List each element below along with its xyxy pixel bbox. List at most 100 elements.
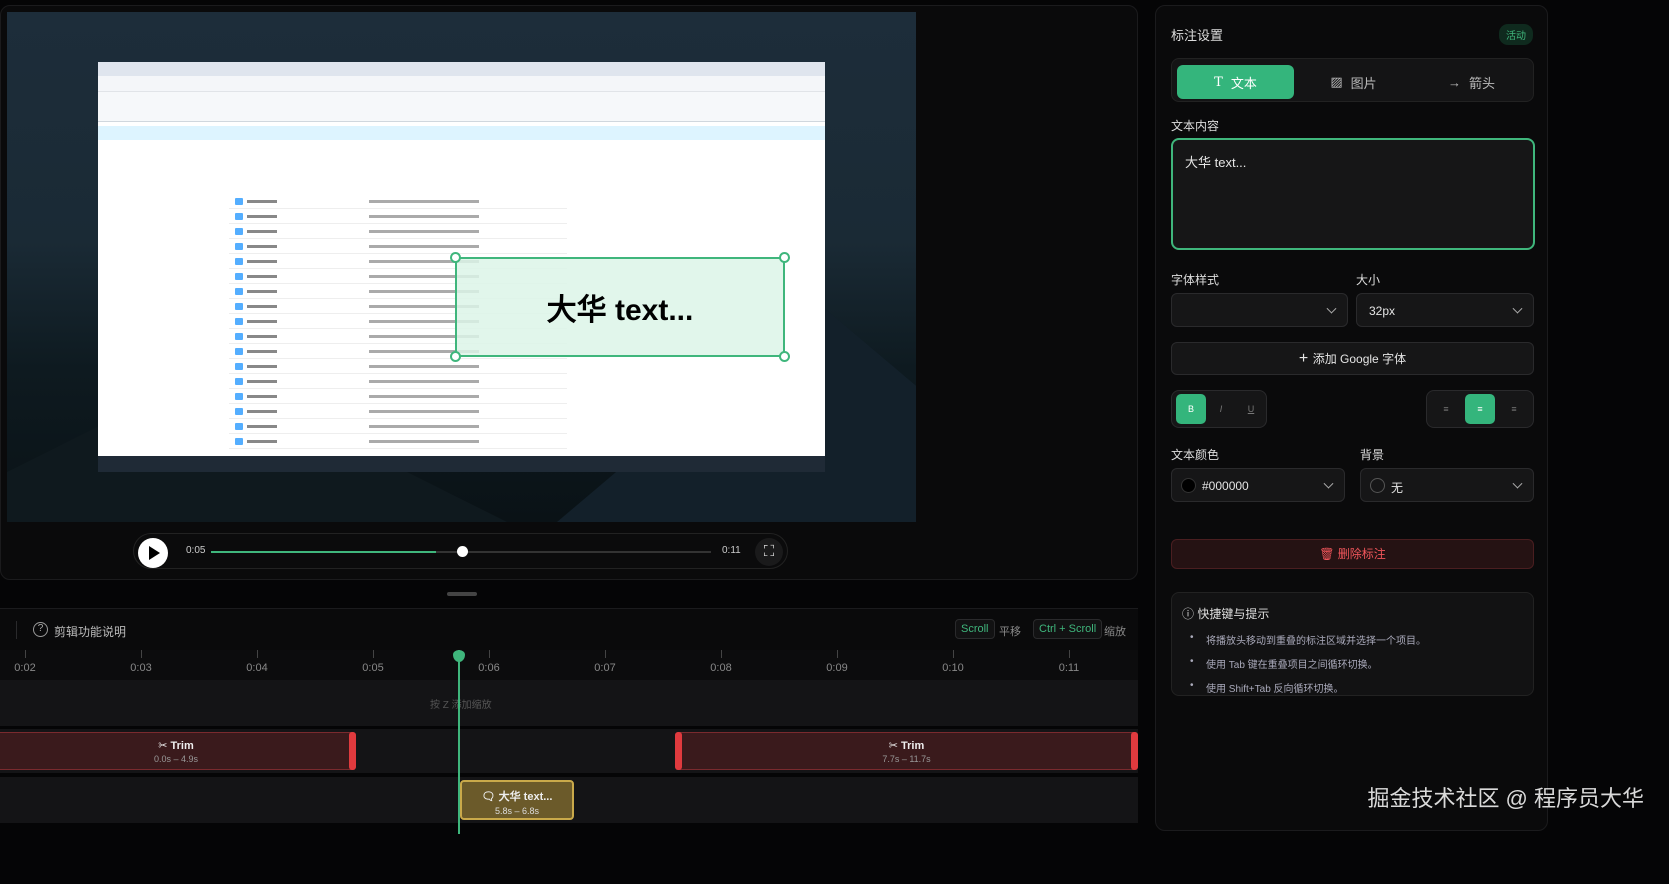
tip-item: 使用 Shift+Tab 反向循环切换。 (1190, 680, 1533, 695)
scissors-icon: ✂ (158, 740, 171, 752)
clip-label: 大华 text... (498, 791, 553, 803)
tip-item: 将播放头移动到重叠的标注区域并选择一个项目。 (1190, 632, 1533, 647)
button-label: 添加 Google 字体 (1312, 352, 1407, 366)
shortcut-label: 平移 (999, 626, 1021, 638)
tips-card: ⓘ 快捷键与提示 将播放头移动到重叠的标注区域并选择一个项目。 使用 Tab 键… (1171, 592, 1534, 696)
text-content-input[interactable]: 大华 text... (1171, 138, 1535, 250)
bold-button[interactable]: B (1176, 394, 1206, 424)
status-badge: 活动 (1499, 24, 1533, 45)
zoom-hint: 按 Z 添加缩放 (430, 700, 492, 711)
size-label: 大小 (1356, 273, 1381, 287)
trim-track[interactable]: ✂ Trim 0.0s – 4.9s ✂ Trim 7.7s – 11.7s (0, 729, 1138, 773)
font-size-select[interactable]: 32px (1356, 293, 1534, 327)
annotation-clip[interactable]: 🗨 大华 text... 5.8s – 6.8s (460, 780, 574, 820)
ruler-tick (953, 650, 954, 658)
tab-arrow[interactable]: → 箭头 (1413, 65, 1530, 99)
ruler-tick-label: 0:07 (594, 662, 616, 674)
text-annotation-overlay[interactable]: 大华 text... (450, 252, 790, 362)
chevron-down-icon (1323, 478, 1334, 489)
fullscreen-icon[interactable]: ⛶ (755, 538, 783, 566)
scissors-icon: ✂ (888, 740, 902, 752)
delete-annotation-button[interactable]: 🗑 删除标注 (1171, 539, 1534, 569)
trim-clip[interactable]: ✂ Trim 7.7s – 11.7s (675, 732, 1138, 770)
resize-handle[interactable] (450, 252, 461, 263)
ruler-tick-label: 0:06 (478, 662, 500, 674)
zoom-track[interactable]: 按 Z 添加缩放 (0, 680, 1138, 726)
add-google-font-button[interactable]: + 添加 Google 字体 (1171, 342, 1534, 375)
watermark: 掘金技术社区 @ 程序员大华 (1367, 786, 1644, 811)
select-value: 无 (1391, 481, 1404, 495)
button-label: 删除标注 (1337, 547, 1386, 561)
ruler-tick (489, 650, 490, 658)
ruler-tick (721, 650, 722, 658)
annotation-settings-panel: 标注设置 活动 T 文本 ▨ 图片 → 箭头 文本内容 大华 text... 字体样式… (1155, 5, 1548, 831)
ruler-tick (25, 650, 26, 658)
text-color-label: 文本颜色 (1171, 448, 1220, 462)
align-right-icon[interactable]: ≡ (1499, 394, 1529, 424)
ruler-tick (257, 650, 258, 658)
ruler-tick-label: 0:10 (942, 662, 964, 674)
help-icon[interactable]: ? (33, 622, 48, 637)
ruler-tick-label: 0:09 (826, 662, 848, 674)
ruler-tick (837, 650, 838, 658)
ruler-tick (605, 650, 606, 658)
tab-text[interactable]: T 文本 (1177, 65, 1294, 99)
playback-controls: 0:05 0:11 ⛶ (133, 533, 788, 569)
panel-title: 标注设置 (1171, 28, 1224, 43)
background-label: 背景 (1360, 448, 1385, 462)
image-icon: ▨ (1330, 74, 1343, 89)
ruler-tick (373, 650, 374, 658)
trim-clip[interactable]: ✂ Trim 0.0s – 4.9s (0, 732, 356, 770)
ruler-tick-label: 0:03 (130, 662, 152, 674)
ruler-tick (1069, 650, 1070, 658)
select-value: 32px (1369, 304, 1396, 318)
align-group: ≡ ≡ ≡ (1426, 390, 1534, 428)
tab-label: 文本 (1230, 75, 1257, 91)
arrow-icon: → (1447, 74, 1461, 90)
play-button[interactable] (138, 538, 168, 568)
italic-button[interactable]: I (1206, 394, 1236, 424)
underline-button[interactable]: U (1236, 394, 1266, 424)
ruler-tick-label: 0:04 (246, 662, 268, 674)
select-value: #000000 (1202, 479, 1249, 493)
background-select[interactable]: 无 (1360, 468, 1534, 502)
plus-icon: + (1298, 350, 1313, 367)
ruler-tick-label: 0:08 (710, 662, 732, 674)
playhead[interactable] (458, 650, 460, 834)
info-icon: ⓘ (1182, 607, 1198, 621)
ruler-tick (141, 650, 142, 658)
content-label: 文本内容 (1171, 119, 1220, 133)
tab-image[interactable]: ▨ 图片 (1295, 65, 1412, 99)
text-color-select[interactable]: #000000 (1171, 468, 1345, 502)
align-center-icon[interactable]: ≡ (1465, 394, 1495, 424)
comment-icon: 🗨 (481, 791, 499, 803)
clip-label: Trim (170, 740, 194, 752)
clip-range: 5.8s – 6.8s (494, 806, 540, 816)
duration: 0:11 (722, 545, 741, 556)
chevron-down-icon (1512, 303, 1523, 314)
align-left-icon[interactable]: ≡ (1431, 394, 1461, 424)
timeline-header: ? 剪辑功能说明 Scroll 平移 Ctrl + Scroll 缩放 (0, 608, 1138, 650)
resize-handle[interactable] (779, 252, 790, 263)
clip-label: Trim (901, 740, 925, 752)
chevron-down-icon (1326, 303, 1337, 314)
resize-handle[interactable] (779, 351, 790, 362)
timeline-ruler[interactable]: 0:02 0:03 0:04 0:05 0:06 0:07 0:08 0:09 0:10 0:11 (0, 650, 1138, 680)
tip-item: 使用 Tab 键在重叠项目之间循环切换。 (1190, 656, 1533, 671)
shortcut-label: 缩放 (1104, 626, 1126, 638)
color-swatch (1181, 478, 1196, 493)
text-icon: T (1214, 74, 1223, 90)
format-group: B I U (1171, 390, 1267, 428)
tips-title: 快捷键与提示 (1197, 607, 1270, 621)
seek-knob[interactable] (457, 546, 468, 557)
clip-range: 7.7s – 11.7s (882, 754, 931, 764)
clip-range: 0.0s – 4.9s (153, 754, 199, 764)
annotation-track[interactable]: 🗨 大华 text... 5.8s – 6.8s (0, 777, 1138, 823)
font-style-label: 字体样式 (1171, 273, 1220, 287)
color-swatch (1370, 478, 1385, 493)
resize-handle[interactable] (450, 351, 461, 362)
resize-grip[interactable] (447, 592, 477, 596)
font-style-select[interactable] (1171, 293, 1348, 327)
current-time: 0:05 (186, 545, 206, 556)
help-link[interactable]: 剪辑功能说明 (54, 623, 126, 640)
